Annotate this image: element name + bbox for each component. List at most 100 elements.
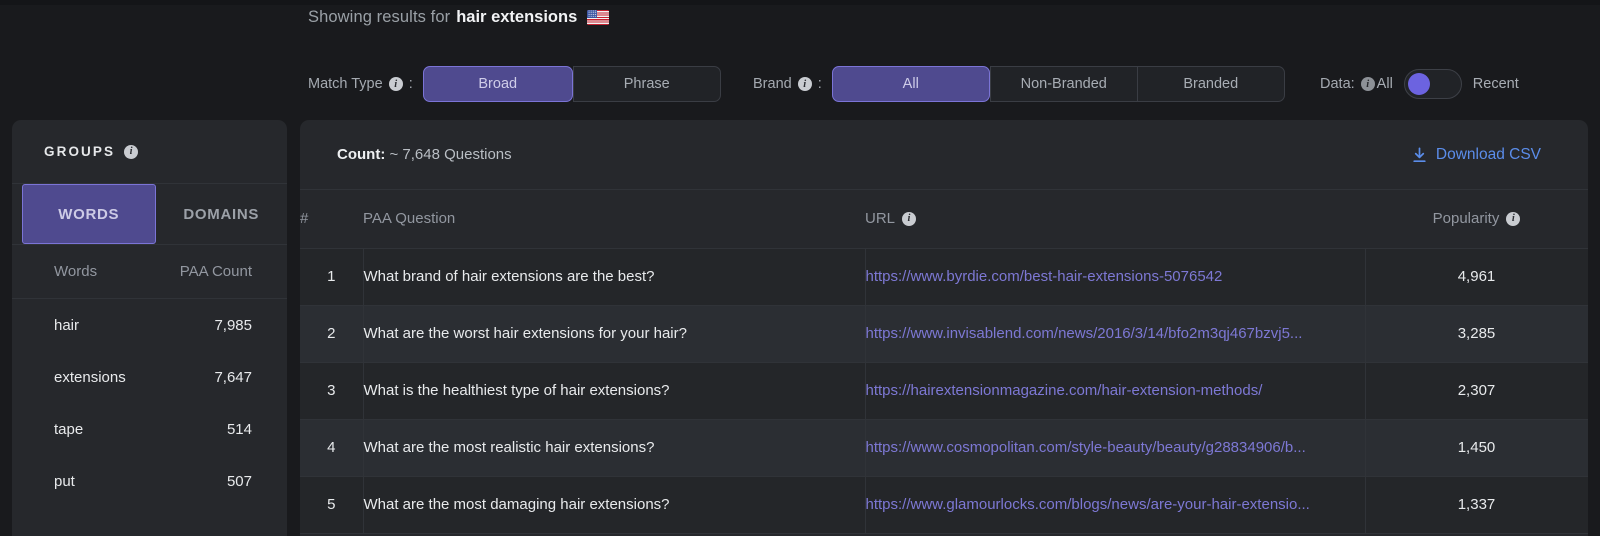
brand-label-text: Brand	[753, 76, 792, 92]
search-term: hair extensions	[456, 7, 578, 26]
paa-table: # PAA Question URL i Popularity i 1 What…	[300, 190, 1588, 534]
data-filter: Data: i All Recent	[1320, 58, 1519, 110]
sidebar-column-headers: Words PAA Count	[12, 245, 287, 299]
word-count: 514	[226, 420, 252, 438]
list-item[interactable]: extensions 7,647	[12, 351, 287, 403]
row-url-cell: https://hairextensionmagazine.com/hair-e…	[865, 362, 1366, 420]
brand-label: Brand i :	[753, 76, 822, 92]
match-type-filter: Match Type i : Broad Phrase	[308, 58, 721, 110]
word-label: hair	[54, 316, 80, 334]
row-url-cell: https://www.byrdie.com/best-hair-extensi…	[865, 248, 1366, 306]
row-number: 4	[300, 419, 364, 477]
row-question: What are the most damaging hair extensio…	[363, 476, 866, 534]
groups-title: GROUPS	[44, 144, 116, 159]
row-url-link[interactable]: https://www.glamourlocks.com/blogs/news/…	[866, 496, 1351, 513]
showing-results-label: Showing results for	[308, 7, 451, 26]
match-type-option-phrase[interactable]: Phrase	[572, 66, 721, 102]
data-label-text: Data:	[1320, 76, 1355, 92]
row-url-link[interactable]: https://www.invisablend.com/news/2016/3/…	[866, 325, 1351, 342]
table-row[interactable]: 3 What is the healthiest type of hair ex…	[300, 362, 1588, 420]
sidebar-col-paa-count: PAA Count	[179, 263, 252, 280]
info-icon[interactable]: i	[902, 211, 917, 226]
row-question: What is the healthiest type of hair exte…	[363, 362, 866, 420]
download-csv-button[interactable]: Download CSV	[1412, 146, 1541, 164]
word-count: 7,985	[214, 316, 252, 334]
info-icon[interactable]: i	[1360, 77, 1375, 91]
count-label: Count:	[337, 146, 386, 163]
groups-sidebar: GROUPS i WORDS DOMAINS Words PAA Count h…	[12, 120, 287, 536]
tab-words[interactable]: WORDS	[22, 184, 156, 244]
row-question: What are the worst hair extensions for y…	[363, 305, 866, 363]
match-type-segmented-control: Broad Phrase	[422, 66, 721, 102]
us-flag-icon	[587, 9, 610, 25]
row-popularity: 3,285	[1365, 305, 1588, 363]
results-count: Count: ~ 7,648 Questions	[337, 146, 512, 163]
brand-segmented-control: All Non-Branded Branded	[831, 66, 1285, 102]
row-url-link[interactable]: https://www.byrdie.com/best-hair-extensi…	[866, 268, 1351, 285]
download-csv-label: Download CSV	[1435, 145, 1541, 163]
col-header-url: URL i	[865, 190, 1365, 249]
col-header-url-label: URL	[865, 210, 896, 228]
groups-tabs: WORDS DOMAINS	[12, 184, 287, 245]
list-item[interactable]: hair 7,985	[12, 299, 287, 351]
showing-results-header: Showing results for hair extensions	[308, 0, 610, 34]
word-count: 7,647	[214, 368, 252, 386]
row-url-link[interactable]: https://hairextensionmagazine.com/hair-e…	[866, 382, 1351, 399]
match-type-label: Match Type i :	[308, 76, 413, 92]
brand-option-all[interactable]: All	[831, 66, 990, 102]
data-label: Data: i	[1320, 76, 1375, 92]
brand-option-branded[interactable]: Branded	[1136, 66, 1285, 102]
groups-header: GROUPS i	[12, 120, 287, 184]
colon: :	[817, 76, 822, 92]
col-header-number: #	[300, 190, 363, 249]
table-row[interactable]: 1 What brand of hair extensions are the …	[300, 248, 1588, 306]
data-option-recent[interactable]: Recent	[1473, 76, 1519, 92]
colon: :	[408, 76, 413, 92]
sidebar-col-words: Words	[54, 263, 98, 280]
word-count: 507	[226, 472, 252, 490]
data-toggle-group: All Recent	[1377, 69, 1519, 99]
list-item[interactable]: put 507	[12, 455, 287, 507]
row-number: 5	[300, 476, 364, 534]
word-label: extensions	[54, 368, 126, 386]
match-type-option-broad[interactable]: Broad	[422, 66, 573, 102]
match-type-label-text: Match Type	[308, 76, 383, 92]
brand-option-non-branded[interactable]: Non-Branded	[989, 66, 1137, 102]
col-header-question: PAA Question	[363, 190, 865, 249]
info-icon[interactable]: i	[1506, 211, 1521, 226]
word-label: tape	[54, 420, 84, 438]
row-number: 2	[300, 305, 364, 363]
table-row[interactable]: 5 What are the most damaging hair extens…	[300, 476, 1588, 534]
brand-filter: Brand i : All Non-Branded Branded	[753, 58, 1285, 110]
row-url-link[interactable]: https://www.cosmopolitan.com/style-beaut…	[866, 439, 1351, 456]
row-number: 3	[300, 362, 364, 420]
word-label: put	[54, 472, 75, 490]
top-strip	[0, 0, 1600, 5]
tab-domains[interactable]: DOMAINS	[156, 184, 288, 244]
table-row[interactable]: 4 What are the most realistic hair exten…	[300, 419, 1588, 477]
data-option-all[interactable]: All	[1377, 76, 1393, 92]
table-header-row: # PAA Question URL i Popularity i	[300, 190, 1588, 249]
row-popularity: 1,337	[1365, 476, 1588, 534]
results-toolbar: Count: ~ 7,648 Questions Download CSV	[300, 120, 1588, 190]
list-item[interactable]: tape 514	[12, 403, 287, 455]
row-url-cell: https://www.invisablend.com/news/2016/3/…	[865, 305, 1366, 363]
info-icon[interactable]: i	[797, 77, 812, 91]
col-header-popularity: Popularity i	[1365, 190, 1588, 249]
row-popularity: 1,450	[1365, 419, 1588, 477]
filter-bar: Match Type i : Broad Phrase Brand i : Al…	[0, 58, 1600, 110]
row-question: What are the most realistic hair extensi…	[363, 419, 866, 477]
paa-results-panel: Count: ~ 7,648 Questions Download CSV # …	[300, 120, 1588, 536]
download-icon	[1412, 146, 1427, 163]
row-question: What brand of hair extensions are the be…	[363, 248, 866, 306]
row-url-cell: https://www.glamourlocks.com/blogs/news/…	[865, 476, 1366, 534]
table-row[interactable]: 2 What are the worst hair extensions for…	[300, 305, 1588, 363]
row-url-cell: https://www.cosmopolitan.com/style-beaut…	[865, 419, 1366, 477]
col-header-popularity-label: Popularity	[1432, 210, 1500, 228]
data-toggle-switch[interactable]	[1403, 69, 1462, 99]
row-popularity: 2,307	[1365, 362, 1588, 420]
info-icon[interactable]: i	[388, 77, 403, 91]
row-popularity: 4,961	[1365, 248, 1588, 306]
info-icon[interactable]: i	[124, 144, 139, 159]
row-number: 1	[300, 248, 364, 306]
